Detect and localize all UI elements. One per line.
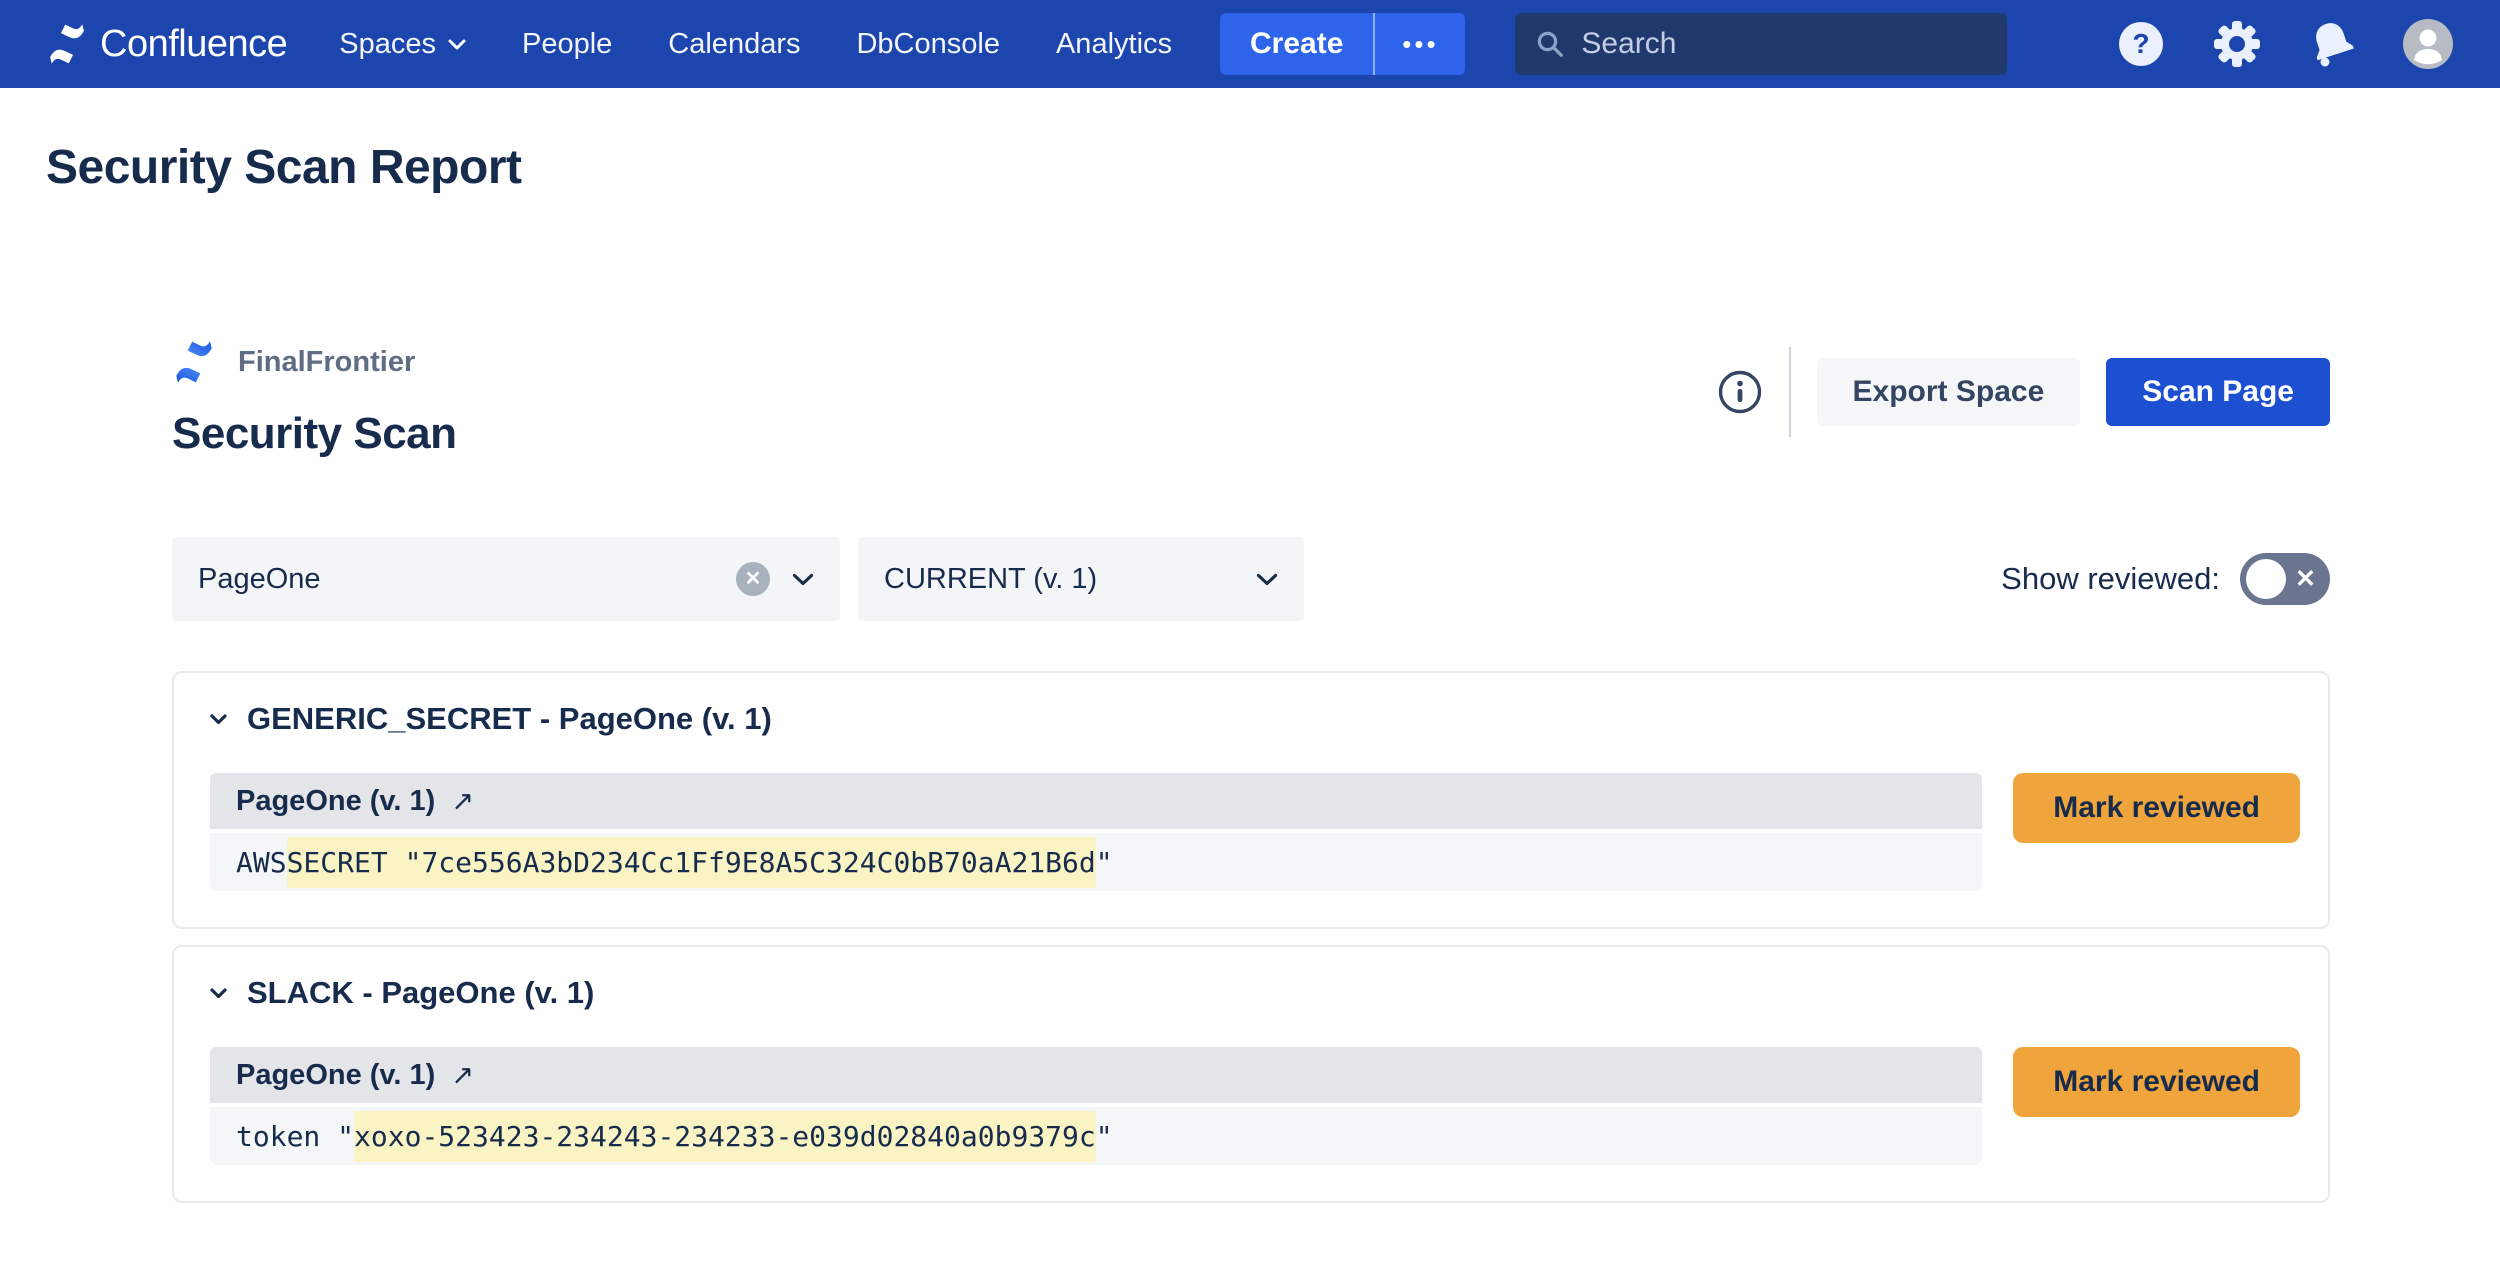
page-title: Security Scan Report	[46, 140, 2500, 195]
collapse-chevron-icon[interactable]	[210, 988, 227, 999]
security-scan-macro: FinalFrontier Security Scan Export Space…	[172, 341, 2330, 1203]
nav-item-spaces[interactable]: Spaces	[339, 28, 466, 61]
page-select[interactable]: PageOne ✕	[172, 537, 840, 621]
export-space-button[interactable]: Export Space	[1817, 358, 2081, 426]
finding-snippet: PageOne (v. 1) ↗ token "xoxo-523423-2342…	[210, 1047, 1982, 1165]
finding-card-generic-secret: GENERIC_SECRET - PageOne (v. 1) PageOne …	[172, 671, 2330, 929]
help-icon[interactable]: ?	[2116, 19, 2166, 69]
finding-card-slack: SLACK - PageOne (v. 1) PageOne (v. 1) ↗ …	[172, 945, 2330, 1203]
info-icon[interactable]	[1717, 369, 1763, 415]
clear-selection-icon[interactable]: ✕	[736, 562, 770, 596]
finding-title: GENERIC_SECRET - PageOne (v. 1)	[247, 701, 772, 737]
space-row: FinalFrontier	[172, 341, 457, 383]
nav-links: Spaces People Calendars DbConsole Analyt…	[339, 28, 1172, 61]
version-select[interactable]: CURRENT (v. 1)	[858, 537, 1304, 621]
show-reviewed-toggle[interactable]: ✕	[2240, 553, 2330, 605]
mark-reviewed-button[interactable]: Mark reviewed	[2013, 1047, 2300, 1117]
space-name-link[interactable]: FinalFrontier	[238, 346, 415, 379]
nav-item-calendars[interactable]: Calendars	[668, 28, 800, 61]
chevron-down-icon	[1256, 573, 1278, 586]
settings-gear-icon[interactable]	[2212, 19, 2262, 69]
external-link-icon: ↗	[451, 1060, 474, 1091]
space-logo-icon	[172, 341, 216, 383]
page-select-value: PageOne	[198, 563, 736, 596]
nav-item-dbconsole[interactable]: DbConsole	[856, 28, 999, 61]
toggle-off-icon: ✕	[2295, 553, 2316, 605]
nav-item-analytics[interactable]: Analytics	[1056, 28, 1172, 61]
svg-text:?: ?	[2132, 28, 2149, 59]
snippet-code-line: AWSSECRET "7ce556A3bD234Cc1Ff9E8A5C324C0…	[210, 833, 1982, 891]
confluence-home-link[interactable]: Confluence	[46, 23, 287, 66]
nav-icon-group: ?	[2116, 18, 2454, 70]
finding-card-header[interactable]: GENERIC_SECRET - PageOne (v. 1)	[210, 701, 2300, 737]
toggle-knob	[2246, 559, 2286, 599]
external-link-icon: ↗	[451, 786, 474, 817]
snippet-source-link[interactable]: PageOne (v. 1) ↗	[210, 1047, 1982, 1103]
user-avatar[interactable]	[2402, 18, 2454, 70]
nav-search[interactable]	[1515, 13, 2007, 75]
confluence-logo-icon	[46, 24, 88, 64]
macro-actions: Export Space Scan Page	[1717, 347, 2330, 437]
secret-highlight: SECRET "7ce556A3bD234Cc1Ff9E8A5C324C0bB7…	[287, 837, 1096, 888]
search-icon	[1535, 29, 1565, 59]
secret-highlight: xoxo-523423-234243-234233-e039d02840a0b9…	[354, 1111, 1096, 1162]
finding-snippet: PageOne (v. 1) ↗ AWSSECRET "7ce556A3bD23…	[210, 773, 1982, 891]
version-select-value: CURRENT (v. 1)	[884, 563, 1256, 596]
show-reviewed-label: Show reviewed:	[2001, 561, 2220, 597]
actions-divider	[1789, 347, 1791, 437]
create-button[interactable]: Create	[1220, 13, 1373, 75]
show-reviewed-control: Show reviewed: ✕	[2001, 553, 2330, 605]
finding-title: SLACK - PageOne (v. 1)	[247, 975, 594, 1011]
notifications-bell-icon[interactable]	[2308, 19, 2356, 69]
brand-wordmark: Confluence	[100, 23, 287, 66]
nav-item-people[interactable]: People	[522, 28, 612, 61]
create-more-button[interactable]: •••	[1373, 13, 1465, 75]
mark-reviewed-button[interactable]: Mark reviewed	[2013, 773, 2300, 843]
section-title: Security Scan	[172, 409, 457, 459]
chevron-down-icon	[792, 573, 814, 586]
chevron-down-icon	[448, 39, 466, 50]
scan-page-button[interactable]: Scan Page	[2106, 358, 2330, 426]
collapse-chevron-icon[interactable]	[210, 714, 227, 725]
finding-card-header[interactable]: SLACK - PageOne (v. 1)	[210, 975, 2300, 1011]
search-input[interactable]	[1581, 27, 1987, 61]
snippet-source-link[interactable]: PageOne (v. 1) ↗	[210, 773, 1982, 829]
snippet-code-line: token "xoxo-523423-234243-234233-e039d02…	[210, 1107, 1982, 1165]
filters-row: PageOne ✕ CURRENT (v. 1) Show reviewed: …	[172, 537, 2330, 621]
top-nav: Confluence Spaces People Calendars DbCon…	[0, 0, 2500, 88]
create-button-group: Create •••	[1220, 13, 1465, 75]
